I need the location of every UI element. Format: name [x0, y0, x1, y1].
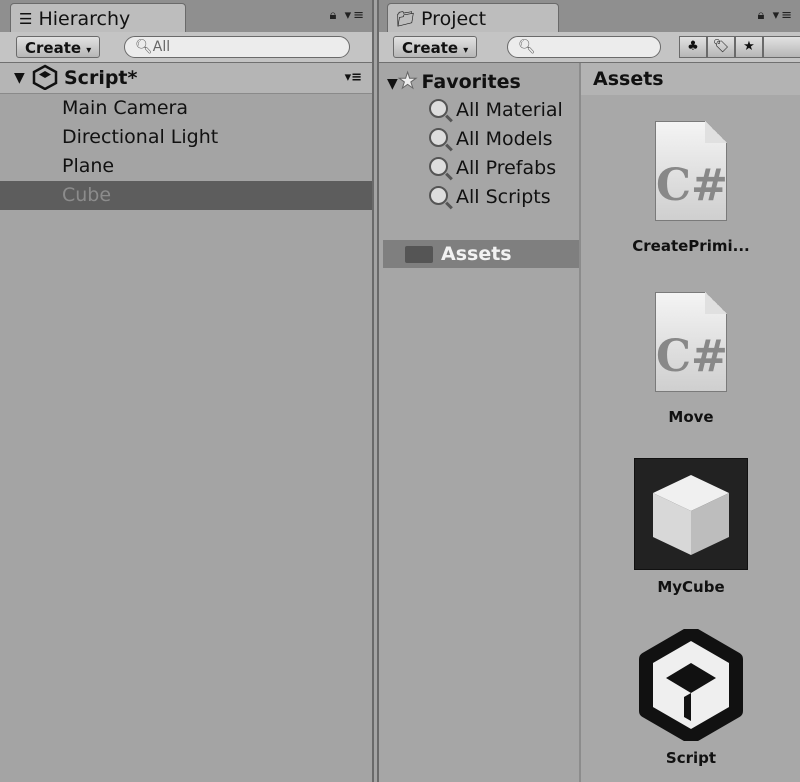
search-icon: 🔍︎ — [518, 39, 536, 55]
search-by-label-button[interactable]: 🏷︎ — [707, 36, 735, 58]
hierarchy-item-label: Plane — [62, 155, 115, 177]
assets-header: Assets — [581, 63, 800, 95]
hierarchy-create-button[interactable]: Create ▾ — [16, 36, 101, 58]
scene-name: Script* — [64, 67, 138, 89]
favorite-button[interactable]: ★ — [735, 36, 763, 58]
hierarchy-item-label: Directional Light — [62, 126, 219, 148]
assets-grid: Assets C# CreatePrimi... C# Move MyCube — [581, 63, 800, 782]
hierarchy-item-plane[interactable]: Plane — [0, 152, 372, 181]
expand-arrow-icon[interactable]: ▼ — [387, 76, 398, 92]
hierarchy-item-label: Main Camera — [62, 97, 188, 119]
hierarchy-item-label: Cube — [62, 184, 112, 206]
dropdown-arrow-icon: ▾ — [463, 45, 469, 56]
unity-scene-icon — [636, 626, 746, 744]
hierarchy-item-cube[interactable]: Cube — [0, 181, 372, 210]
favorites-column: ▼★ Favorites All Material All Models All … — [379, 63, 581, 782]
project-tabstrip: 📁︎ Project 🔒︎ ▾≡ — [379, 0, 800, 33]
favorite-label: All Material — [456, 99, 563, 121]
search-by-type-button[interactable]: ♣ — [679, 36, 707, 58]
lock-icon[interactable]: 🔒︎ — [758, 8, 767, 23]
favorite-all-prefabs[interactable]: All Prefabs — [429, 154, 556, 183]
search-placeholder: All — [152, 39, 171, 55]
hierarchy-lock-menu[interactable]: 🔒︎ ▾≡ — [330, 8, 366, 23]
favorite-all-material[interactable]: All Material — [429, 96, 563, 125]
hierarchy-search-input[interactable]: 🔍︎All — [124, 36, 350, 58]
asset-script-scene[interactable]: Script — [611, 626, 771, 767]
asset-move[interactable]: C# Move — [611, 292, 771, 426]
hierarchy-panel: ☰ Hierarchy 🔒︎ ▾≡ Create ▾ 🔍︎All ▼ Script… — [0, 0, 374, 782]
search-icon: 🔍︎ — [135, 39, 153, 55]
search-icon — [429, 128, 448, 147]
favorites-header[interactable]: ▼★ Favorites — [387, 67, 521, 96]
search-icon — [429, 99, 448, 118]
assets-folder-label: Assets — [441, 243, 512, 265]
lock-icon[interactable]: 🔒︎ — [330, 8, 339, 23]
hierarchy-item-directional-light[interactable]: Directional Light — [0, 123, 372, 152]
favorites-label: Favorites — [421, 71, 521, 93]
scene-header[interactable]: ▼ Script* ▾≡ — [0, 63, 372, 94]
project-lock-menu[interactable]: 🔒︎ ▾≡ — [758, 8, 794, 23]
tag-icon: 🏷︎ — [712, 39, 730, 54]
favorite-label: All Scripts — [456, 186, 551, 208]
search-icon — [429, 186, 448, 205]
asset-mycube[interactable]: MyCube — [611, 458, 771, 596]
create-label: Create — [25, 39, 82, 57]
folder-icon — [405, 246, 433, 263]
assets-folder-item[interactable]: Assets — [383, 240, 579, 268]
asset-createprimitive[interactable]: C# CreatePrimi... — [611, 121, 771, 255]
favorite-all-scripts[interactable]: All Scripts — [429, 183, 551, 212]
tab-hierarchy-label: Hierarchy — [38, 8, 131, 30]
asset-label: CreatePrimi... — [632, 237, 750, 255]
favorite-label: All Prefabs — [456, 157, 557, 179]
tab-project-label: Project — [421, 8, 487, 30]
asset-label: Move — [668, 408, 714, 426]
menu-icon[interactable]: ▾≡ — [773, 8, 794, 23]
project-panel: 📁︎ Project 🔒︎ ▾≡ Create ▾ 🔍︎ ♣ 🏷︎ ★ ▼★ Fav… — [377, 0, 800, 782]
hierarchy-tabstrip: ☰ Hierarchy 🔒︎ ▾≡ — [0, 0, 372, 33]
tab-hierarchy[interactable]: ☰ Hierarchy — [10, 3, 186, 33]
toolbar-empty-slot — [763, 36, 800, 58]
hierarchy-item-main-camera[interactable]: Main Camera — [0, 94, 372, 123]
list-icon: ☰ — [19, 10, 33, 28]
scene-menu-icon[interactable]: ▾≡ — [345, 63, 362, 93]
hierarchy-toolbar: Create ▾ 🔍︎All — [0, 32, 372, 63]
cube-prefab-icon — [634, 458, 748, 570]
shapes-icon: ♣ — [687, 39, 699, 54]
project-create-button[interactable]: Create ▾ — [393, 36, 478, 58]
csharp-script-icon: C# — [655, 121, 728, 221]
dropdown-arrow-icon: ▾ — [86, 45, 92, 56]
tab-project[interactable]: 📁︎ Project — [387, 3, 559, 33]
folder-icon: 📁︎ — [396, 10, 416, 28]
menu-icon[interactable]: ▾≡ — [345, 8, 366, 23]
star-icon: ★ — [397, 69, 418, 95]
csharp-script-icon: C# — [655, 292, 728, 392]
search-icon — [429, 157, 448, 176]
project-search-input[interactable]: 🔍︎ — [507, 36, 661, 58]
asset-label: Script — [665, 749, 717, 767]
favorite-all-models[interactable]: All Models — [429, 125, 553, 154]
expand-arrow-icon[interactable]: ▼ — [14, 63, 25, 93]
asset-label: MyCube — [657, 578, 725, 596]
favorite-label: All Models — [456, 128, 553, 150]
project-toolbar: Create ▾ 🔍︎ ♣ 🏷︎ ★ — [379, 32, 800, 63]
star-icon: ★ — [743, 39, 755, 54]
create-label: Create — [402, 39, 459, 57]
